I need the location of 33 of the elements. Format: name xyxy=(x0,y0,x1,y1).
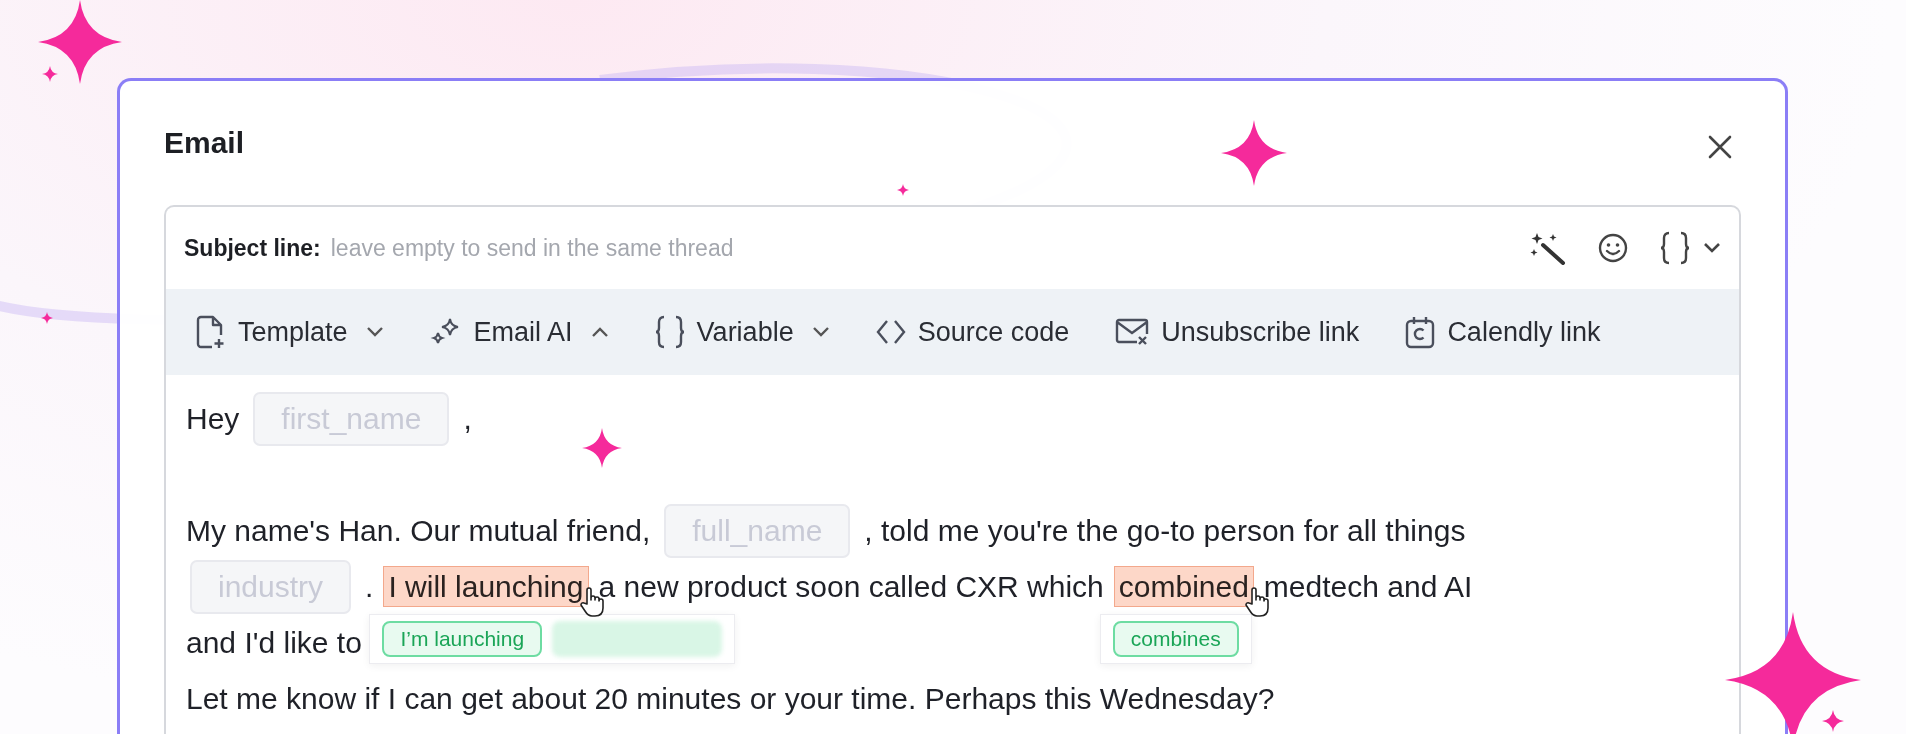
magic-wand-icon[interactable] xyxy=(1529,231,1567,265)
calendar-icon xyxy=(1405,315,1436,349)
toolbar-button[interactable]: Source code xyxy=(863,310,1082,354)
toolbar-button[interactable]: Calendly link xyxy=(1393,309,1613,355)
sparkle-icon xyxy=(897,184,909,196)
code-icon xyxy=(875,319,906,345)
dialog-title: Email xyxy=(164,126,245,160)
emoji-icon[interactable] xyxy=(1597,232,1629,264)
braces-icon xyxy=(654,315,685,349)
flagged-text[interactable]: combined xyxy=(1113,566,1254,607)
sparkle-icon xyxy=(41,312,53,324)
body-text: Hey xyxy=(186,402,240,436)
body-text: medtech and AI xyxy=(1263,570,1473,604)
braces-icon[interactable] xyxy=(1659,231,1691,265)
toolbar-button[interactable]: Unsubscribe link xyxy=(1103,310,1372,354)
chevron-down-icon[interactable] xyxy=(1703,242,1721,254)
subject-input[interactable]: leave empty to send in the same thread xyxy=(328,233,1529,263)
toolbar-button[interactable]: Variable xyxy=(642,309,842,355)
body-text: a new product soon called CXR which xyxy=(598,570,1104,604)
flagged-text[interactable]: I will launching xyxy=(383,566,589,607)
body-text: , xyxy=(463,402,472,436)
envelope-x-icon xyxy=(1115,318,1150,346)
sparkle-icon xyxy=(582,428,622,468)
body-text: , told me you're the go-to person for all things xyxy=(864,514,1466,548)
close-icon[interactable] xyxy=(1707,134,1733,160)
sparkle-icon xyxy=(1221,120,1287,186)
body-text: and I'd like to xyxy=(186,626,362,660)
body-text: . xyxy=(365,570,374,604)
body-text: Let me know if I can get about 20 minutes or your time. Perhaps this Wednesday? xyxy=(186,682,1275,716)
document-plus-icon xyxy=(196,315,226,349)
toolbar-button[interactable]: Email AI xyxy=(417,309,621,355)
toolbar-button[interactable]: Template xyxy=(184,309,396,355)
body-text: My name's Han. Our mutual friend, xyxy=(186,514,651,548)
